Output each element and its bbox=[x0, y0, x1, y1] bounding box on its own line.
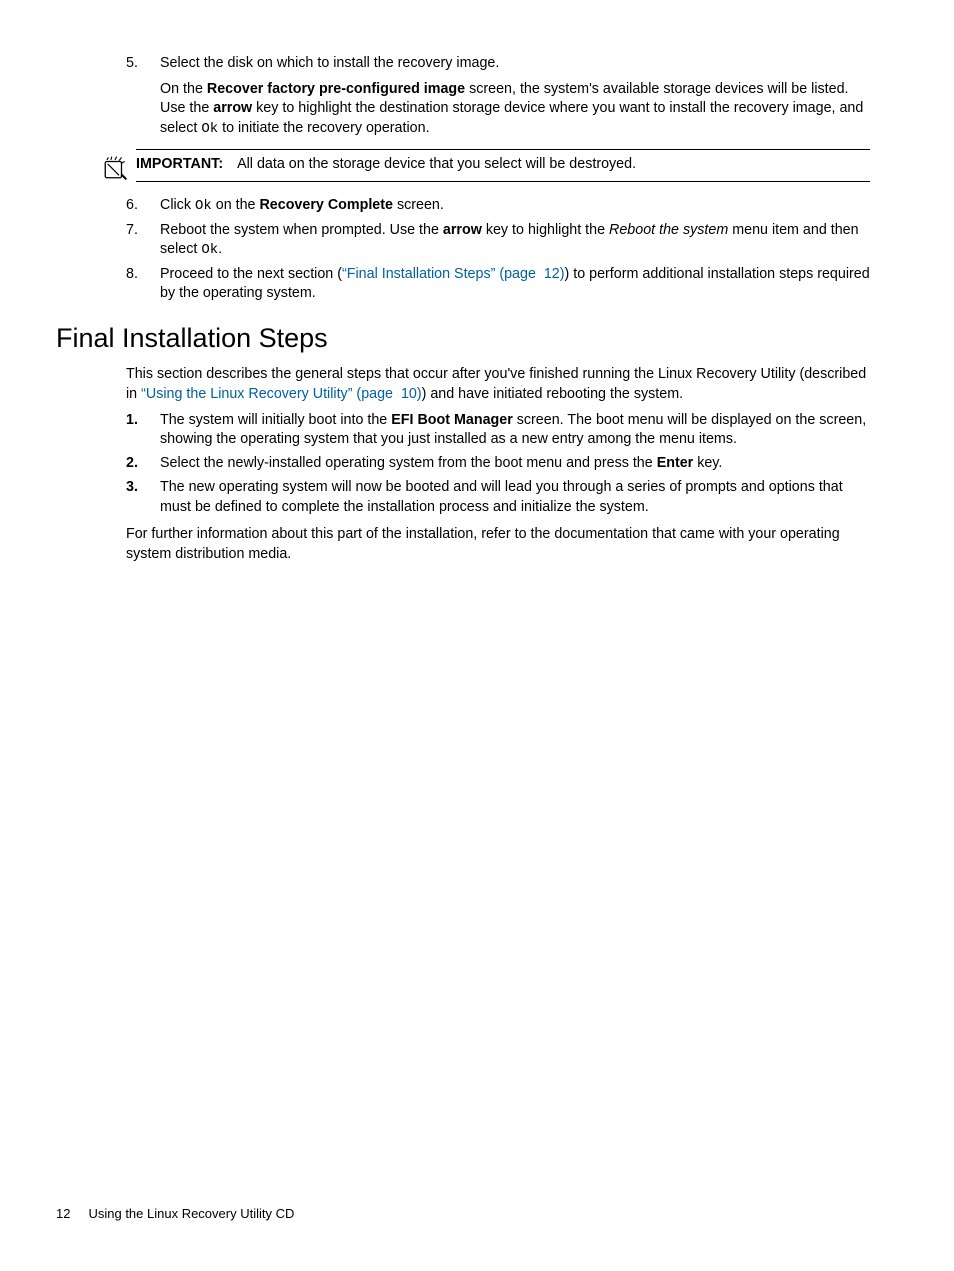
final-steps-list: 1. The system will initially boot into t… bbox=[56, 411, 870, 518]
text: Proceed to the next section ( bbox=[160, 266, 342, 282]
step-number: 7. bbox=[126, 221, 160, 261]
step-6: 6. Click Ok on the Recovery Complete scr… bbox=[126, 196, 870, 216]
step-number: 1. bbox=[126, 411, 160, 450]
intro-paragraph: This section describes the general steps… bbox=[56, 365, 870, 404]
step-8: 8. Proceed to the next section (“Final I… bbox=[126, 265, 870, 304]
step-body: The system will initially boot into the … bbox=[160, 411, 870, 450]
footer-title: Using the Linux Recovery Utility CD bbox=[88, 1206, 294, 1221]
important-callout: IMPORTANT:All data on the storage device… bbox=[102, 149, 870, 188]
italic-text: Reboot the system bbox=[609, 222, 728, 238]
important-content: IMPORTANT:All data on the storage device… bbox=[136, 149, 870, 182]
final-step-1: 1. The system will initially boot into t… bbox=[126, 411, 870, 450]
text: key to highlight the bbox=[482, 222, 609, 238]
step-number: 2. bbox=[126, 454, 160, 474]
closing-paragraph: For further information about this part … bbox=[56, 525, 870, 564]
mono-text: Ok bbox=[201, 121, 218, 137]
final-step-2: 2. Select the newly-installed operating … bbox=[126, 454, 870, 474]
text: to initiate the recovery operation. bbox=[218, 120, 429, 136]
text: On the bbox=[160, 81, 207, 97]
document-page: 5. Select the disk on which to install t… bbox=[0, 0, 954, 1271]
text: The system will initially boot into the bbox=[160, 412, 391, 428]
bold-text: Recovery Complete bbox=[259, 197, 393, 213]
bold-text: EFI Boot Manager bbox=[391, 412, 513, 428]
step-body: Reboot the system when prompted. Use the… bbox=[160, 221, 870, 261]
text: screen. bbox=[393, 197, 444, 213]
important-icon bbox=[102, 149, 136, 188]
step-body: Click Ok on the Recovery Complete screen… bbox=[160, 196, 870, 216]
cross-reference-link[interactable]: “Using the Linux Recovery Utility” (page… bbox=[141, 386, 422, 402]
text: ) and have initiated rebooting the syste… bbox=[422, 386, 683, 402]
step-body: Select the disk on which to install the … bbox=[160, 54, 870, 139]
section-heading: Final Installation Steps bbox=[56, 320, 870, 357]
step-paragraph: On the Recover factory pre-configured im… bbox=[160, 80, 870, 140]
closing-text: For further information about this part … bbox=[126, 525, 870, 564]
important-text: All data on the storage device that you … bbox=[237, 156, 636, 172]
text: Select the newly-installed operating sys… bbox=[160, 455, 657, 471]
step-text: Select the disk on which to install the … bbox=[160, 54, 870, 74]
step-body: The new operating system will now be boo… bbox=[160, 478, 870, 517]
procedure-steps-upper: 5. Select the disk on which to install t… bbox=[56, 54, 870, 139]
text: key. bbox=[693, 455, 722, 471]
bold-text: arrow bbox=[443, 222, 482, 238]
text: on the bbox=[212, 197, 260, 213]
bold-text: Recover factory pre-configured image bbox=[207, 81, 465, 97]
bold-text: Enter bbox=[657, 455, 694, 471]
text: Click bbox=[160, 197, 195, 213]
mono-text: Ok bbox=[195, 198, 212, 214]
final-step-3: 3. The new operating system will now be … bbox=[126, 478, 870, 517]
step-number: 3. bbox=[126, 478, 160, 517]
step-body: Select the newly-installed operating sys… bbox=[160, 454, 870, 474]
bold-text: arrow bbox=[213, 100, 252, 116]
cross-reference-link[interactable]: “Final Installation Steps” (page 12) bbox=[342, 266, 565, 282]
page-footer: 12 Using the Linux Recovery Utility CD bbox=[56, 1205, 294, 1223]
text: Reboot the system when prompted. Use the bbox=[160, 222, 443, 238]
mono-text: Ok bbox=[201, 242, 218, 258]
step-number: 6. bbox=[126, 196, 160, 216]
step-7: 7. Reboot the system when prompted. Use … bbox=[126, 221, 870, 261]
page-number: 12 bbox=[56, 1205, 70, 1223]
step-5: 5. Select the disk on which to install t… bbox=[126, 54, 870, 139]
step-number: 5. bbox=[126, 54, 160, 139]
text: . bbox=[218, 241, 222, 257]
procedure-steps-lower: 6. Click Ok on the Recovery Complete scr… bbox=[56, 196, 870, 304]
step-number: 8. bbox=[126, 265, 160, 304]
step-body: Proceed to the next section (“Final Inst… bbox=[160, 265, 870, 304]
important-label: IMPORTANT: bbox=[136, 156, 237, 172]
